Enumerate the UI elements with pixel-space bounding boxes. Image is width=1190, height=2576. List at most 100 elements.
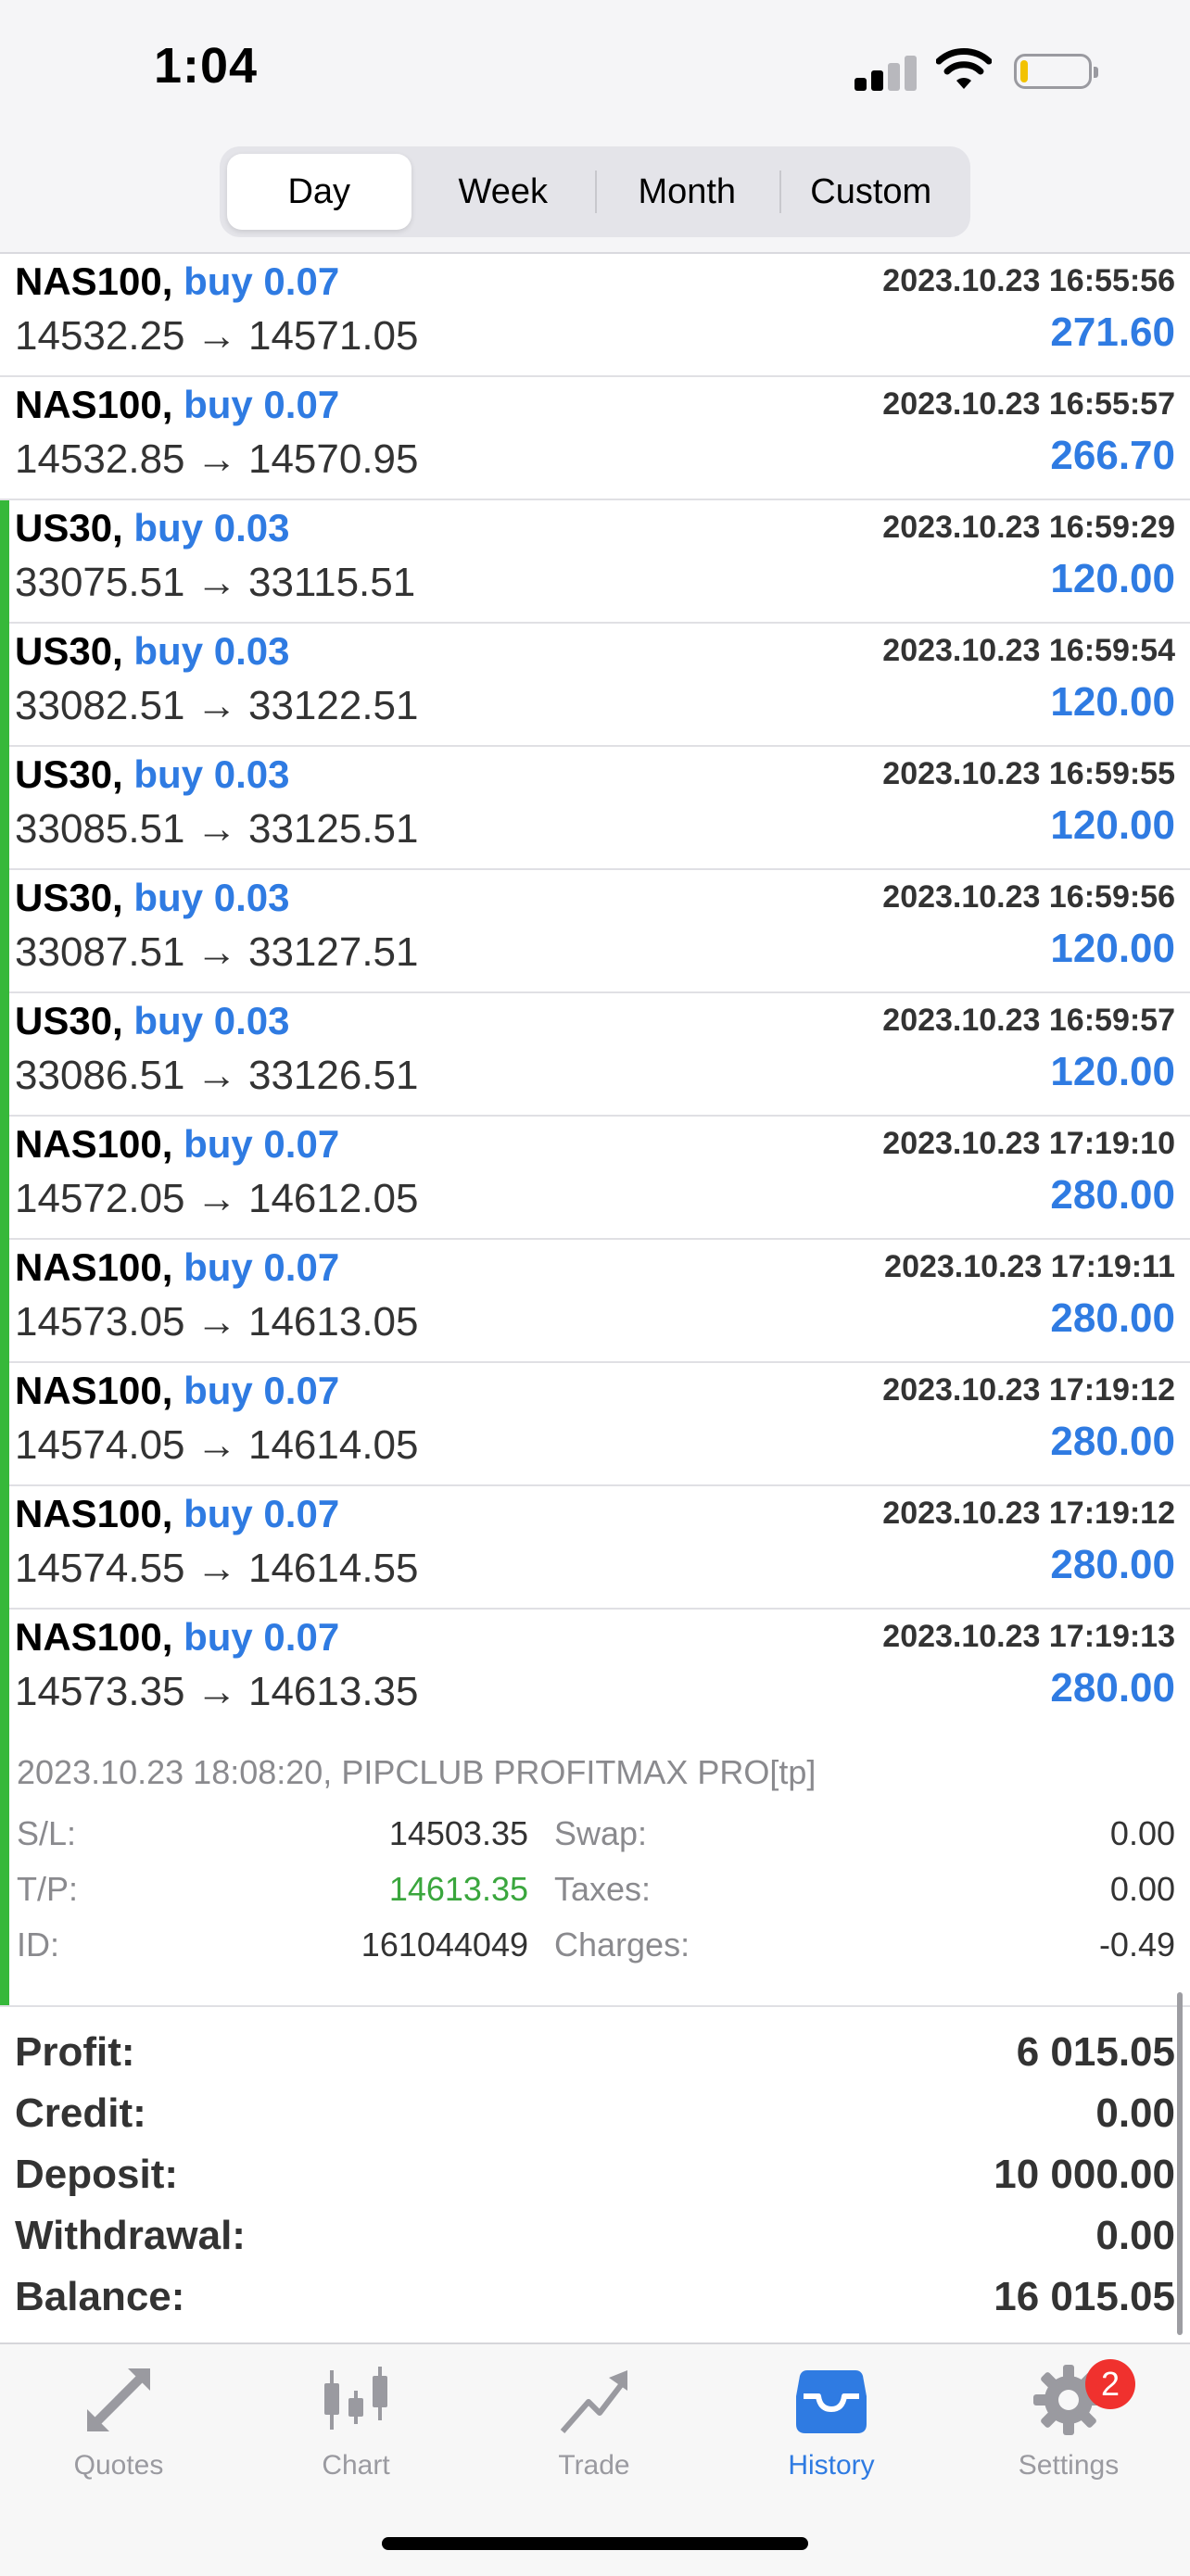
- deal-prices: 14574.05 → 14614.05: [15, 1422, 419, 1468]
- summary-label: Credit:: [15, 2090, 146, 2136]
- top-bar: 1:04 Day Week Month Custom: [0, 0, 1190, 254]
- scrollbar[interactable]: [1177, 1992, 1183, 2335]
- charges-label: Charges:: [554, 1926, 690, 1964]
- deal-date: 2023.10.23 16:59:57: [882, 1003, 1175, 1038]
- deal-side: buy 0.07: [184, 1122, 340, 1166]
- quotes-arrows-icon: [87, 2368, 150, 2431]
- sl-value: 14503.35: [388, 1814, 528, 1852]
- tab-label: Quotes: [73, 2450, 164, 2481]
- deal-row-expanded[interactable]: NAS100, buy 0.07 2023.10.23 17:19:13 145…: [0, 1610, 1190, 1735]
- id-label: ID:: [17, 1926, 60, 1964]
- deal-symbol: US30,: [15, 629, 123, 673]
- segment-month[interactable]: Month: [595, 154, 779, 230]
- segment-week[interactable]: Week: [411, 154, 596, 230]
- deal-side: buy 0.03: [133, 506, 290, 549]
- deal-row[interactable]: NAS100, buy 0.07 2023.10.23 17:19:11 145…: [0, 1240, 1190, 1363]
- tab-trade[interactable]: Trade: [501, 2363, 687, 2502]
- summary-label: Balance:: [15, 2274, 185, 2319]
- deal-profit: 280.00: [1050, 1295, 1175, 1341]
- deal-row[interactable]: NAS100, buy 0.07 2023.10.23 17:19:10 145…: [0, 1117, 1190, 1240]
- tab-label: Settings: [1018, 2450, 1120, 2481]
- deal-prices: 14572.05 → 14612.05: [15, 1176, 419, 1221]
- deal-row[interactable]: US30, buy 0.03 2023.10.23 16:59:56 33087…: [0, 870, 1190, 993]
- deal-symbol: NAS100,: [15, 1245, 173, 1289]
- deal-row[interactable]: US30, buy 0.03 2023.10.23 16:59:54 33082…: [0, 624, 1190, 747]
- taxes-value: 0.00: [1109, 1870, 1175, 1908]
- candlestick-icon: [324, 2367, 387, 2430]
- deal-profit: 120.00: [1050, 556, 1175, 601]
- deal-date: 2023.10.23 16:59:55: [882, 756, 1175, 791]
- deal-side: buy 0.03: [133, 999, 290, 1042]
- deal-symbol: US30,: [15, 752, 123, 796]
- segment-custom[interactable]: Custom: [779, 154, 964, 230]
- deal-row[interactable]: NAS100, buy 0.07 2023.10.23 17:19:12 145…: [0, 1486, 1190, 1610]
- deal-prices: 14574.55 → 14614.55: [15, 1546, 419, 1591]
- deal-prices: 14532.25 → 14571.05: [15, 313, 419, 359]
- deal-side: buy 0.07: [184, 1245, 340, 1289]
- summary-credit: Credit: 0.00: [15, 2090, 1175, 2150]
- deal-symbol: NAS100,: [15, 1122, 173, 1166]
- deal-date: 2023.10.23 17:19:12: [882, 1372, 1175, 1408]
- deal-row[interactable]: US30, buy 0.03 2023.10.23 16:59:55 33085…: [0, 747, 1190, 870]
- deal-symbol: NAS100,: [15, 383, 173, 426]
- deal-row[interactable]: NAS100, buy 0.07 2023.10.23 16:55:56 145…: [0, 254, 1190, 377]
- deal-profit: 280.00: [1050, 1542, 1175, 1587]
- tab-quotes[interactable]: Quotes: [26, 2363, 211, 2502]
- deal-prices: 14532.85 → 14570.95: [15, 436, 419, 482]
- deal-symbol: NAS100,: [15, 1615, 173, 1659]
- deal-profit: 280.00: [1050, 1419, 1175, 1464]
- summary-label: Withdrawal:: [15, 2213, 246, 2258]
- wifi-icon: [936, 48, 992, 89]
- deal-date: 2023.10.23 16:55:57: [882, 386, 1175, 422]
- trade-trend-icon: [560, 2370, 627, 2433]
- deal-date: 2023.10.23 17:19:12: [882, 1496, 1175, 1531]
- tab-history[interactable]: History: [739, 2363, 924, 2502]
- inbox-tray-icon: [796, 2370, 867, 2433]
- deal-profit: 120.00: [1050, 926, 1175, 971]
- home-indicator: [382, 2537, 808, 2550]
- summary-deposit: Deposit: 10 000.00: [15, 2152, 1175, 2211]
- tab-label: History: [788, 2450, 875, 2481]
- deal-date: 2023.10.23 16:59:29: [882, 510, 1175, 545]
- deal-row[interactable]: NAS100, buy 0.07 2023.10.23 17:19:12 145…: [0, 1363, 1190, 1486]
- deal-date: 2023.10.23 16:59:56: [882, 879, 1175, 915]
- deal-profit: 266.70: [1050, 433, 1175, 478]
- id-value: 161044049: [361, 1926, 528, 1964]
- deal-row[interactable]: US30, buy 0.03 2023.10.23 16:59:57 33086…: [0, 993, 1190, 1117]
- deal-comment: 2023.10.23 18:08:20, PIPCLUB PROFITMAX P…: [17, 1753, 817, 1791]
- charges-value: -0.49: [1098, 1926, 1175, 1964]
- segment-day[interactable]: Day: [227, 154, 411, 230]
- summary-value: 0.00: [1095, 2213, 1175, 2258]
- taxes-label: Taxes:: [554, 1870, 652, 1908]
- summary-value: 6 015.05: [1016, 2029, 1175, 2075]
- summary-value: 16 015.05: [994, 2274, 1175, 2319]
- deal-side: buy 0.07: [184, 383, 340, 426]
- summary-value: 10 000.00: [994, 2152, 1175, 2197]
- tp-value: 14613.35: [388, 1870, 528, 1908]
- summary-label: Deposit:: [15, 2152, 178, 2197]
- tab-chart[interactable]: Chart: [263, 2363, 449, 2502]
- tp-label: T/P:: [17, 1870, 79, 1908]
- deal-row[interactable]: NAS100, buy 0.07 2023.10.23 16:55:57 145…: [0, 377, 1190, 500]
- deal-side: buy 0.03: [133, 752, 290, 796]
- tab-settings[interactable]: 2 Settings: [976, 2359, 1161, 2502]
- summary-value: 0.00: [1095, 2090, 1175, 2136]
- deal-row[interactable]: US30, buy 0.03 2023.10.23 16:59:29 33075…: [0, 500, 1190, 624]
- status-time: 1:04: [154, 38, 259, 94]
- deal-prices: 33087.51 → 33127.51: [15, 929, 419, 975]
- deal-details: 2023.10.23 18:08:20, PIPCLUB PROFITMAX P…: [0, 1731, 1190, 2007]
- deal-profit: 280.00: [1050, 1665, 1175, 1711]
- tab-label: Chart: [322, 2450, 390, 2481]
- deal-date: 2023.10.23 17:19:13: [882, 1619, 1175, 1654]
- deal-symbol: US30,: [15, 876, 123, 919]
- deal-profit: 120.00: [1050, 679, 1175, 725]
- deal-prices: 33085.51 → 33125.51: [15, 806, 419, 852]
- deal-profit: 280.00: [1050, 1172, 1175, 1218]
- deal-symbol: US30,: [15, 999, 123, 1042]
- deal-date: 2023.10.23 17:19:10: [882, 1126, 1175, 1161]
- account-summary: Profit: 6 015.05 Credit: 0.00 Deposit: 1…: [0, 2009, 1190, 2342]
- summary-label: Profit:: [15, 2029, 135, 2075]
- swap-label: Swap:: [554, 1814, 648, 1852]
- deal-symbol: NAS100,: [15, 1369, 173, 1412]
- battery-icon: [1014, 54, 1098, 89]
